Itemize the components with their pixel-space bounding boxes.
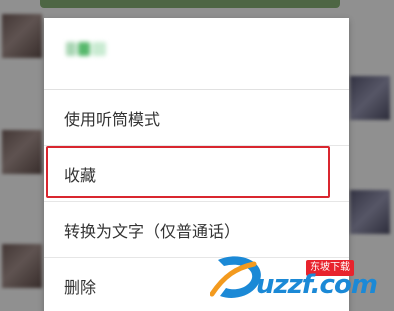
menu-item-label: 删除 [64,278,97,297]
menu-item-label: 使用听筒模式 [64,109,161,129]
menu-item-favorite[interactable]: 收藏 [44,146,349,202]
menu-item-earpiece-mode[interactable]: 使用听筒模式 [44,90,349,146]
watermark: 东坡下载 uzzf.com [210,244,394,311]
watermark-text: uzzf.com [256,270,378,300]
menu-item-label: 转换为文字（仅普通话） [64,221,241,241]
sender-name [66,40,116,58]
menu-header [44,18,349,90]
menu-item-label: 收藏 [64,165,97,185]
